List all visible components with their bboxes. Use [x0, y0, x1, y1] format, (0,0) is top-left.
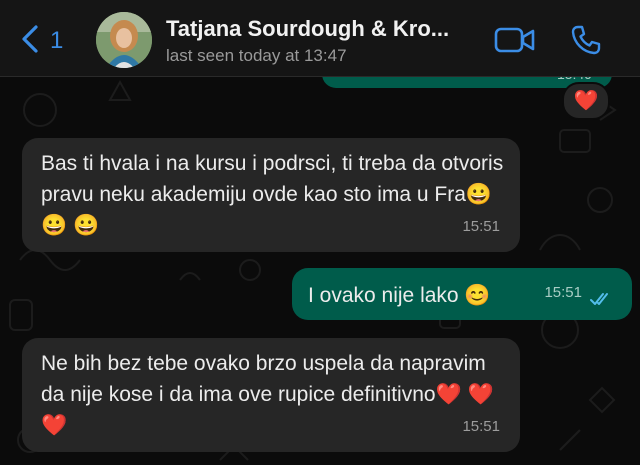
- phone-icon: [571, 25, 601, 55]
- contact-photo: [96, 12, 152, 68]
- message-time: 15:51: [462, 218, 500, 235]
- message-text: Bas ti hvala i na kursu i podrsci, ti tr…: [41, 152, 504, 237]
- incoming-message[interactable]: Ne bih bez tebe ovako brzo uspela da nap…: [22, 338, 520, 452]
- message-text: Ne bih bez tebe ovako brzo uspela da nap…: [41, 352, 494, 437]
- back-button[interactable]: [18, 24, 42, 54]
- contact-name[interactable]: Tatjana Sourdough & Kro...: [166, 16, 476, 42]
- chat-header: 1 Tatjana Sourdough & Kro... last seen t…: [0, 0, 640, 77]
- read-ticks-icon: [590, 293, 608, 305]
- back-chevron-icon: [22, 25, 38, 53]
- video-call-button[interactable]: [494, 26, 536, 54]
- message-text: I ovako nije lako 😊: [308, 284, 491, 307]
- avatar[interactable]: [96, 12, 152, 68]
- heart-reaction[interactable]: ❤️: [562, 82, 610, 120]
- voice-call-button[interactable]: [570, 24, 602, 56]
- video-call-icon: [494, 27, 535, 53]
- last-seen-status: last seen today at 13:47: [166, 46, 347, 65]
- outgoing-message[interactable]: I ovako nije lako 😊 15:51: [292, 268, 632, 320]
- message-time: 15:51: [462, 418, 500, 435]
- unread-count[interactable]: 1: [50, 27, 63, 55]
- incoming-message[interactable]: Bas ti hvala i na kursu i podrsci, ti tr…: [22, 138, 520, 252]
- message-time: 15:51: [544, 284, 582, 301]
